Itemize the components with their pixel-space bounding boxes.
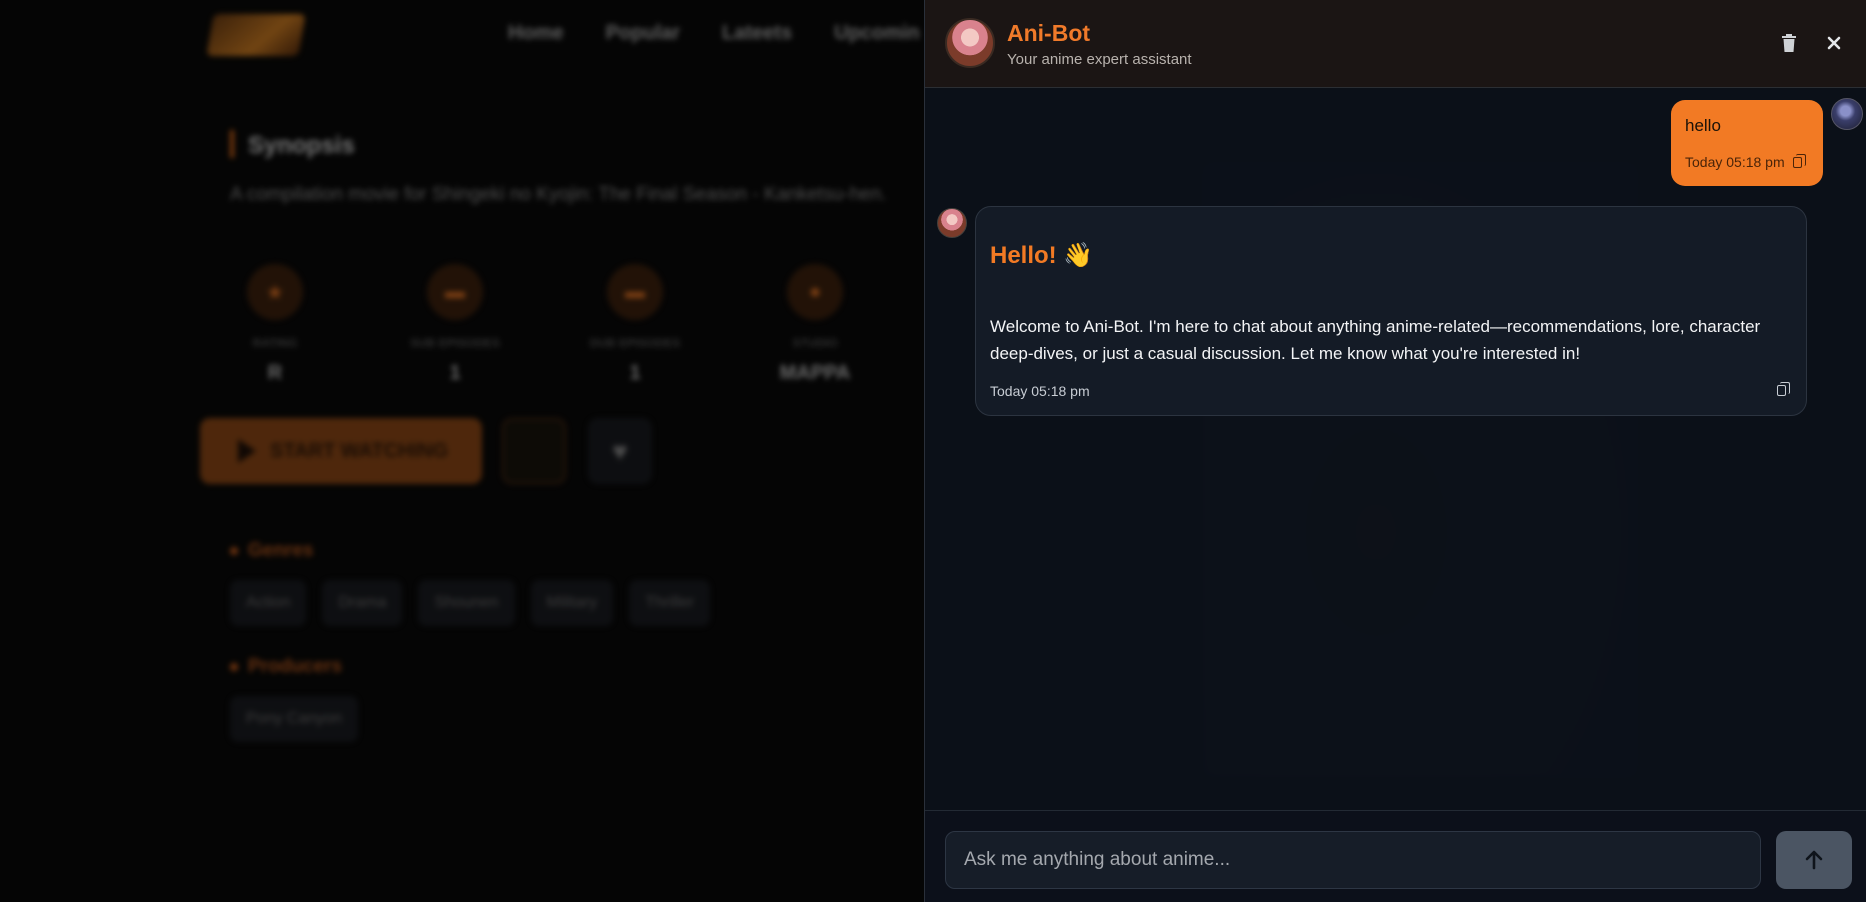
copy-icon[interactable]: [1777, 382, 1790, 396]
site-logo: [206, 14, 306, 56]
producer-chip: Pony Canyon: [230, 696, 359, 742]
bot-message-bubble: Hello! 👋 Welcome to Ani-Bot. I'm here to…: [975, 206, 1807, 416]
genre-chip: Action: [230, 580, 307, 626]
user-message-text: hello: [1685, 116, 1721, 135]
stat-label: DUB EPISODES: [589, 336, 681, 350]
synopsis-accent-bar: [230, 130, 234, 158]
stat-label: STUDIO: [792, 336, 838, 350]
synopsis-title: Synopsis: [248, 132, 355, 159]
bot-message-time: Today 05:18 pm: [990, 383, 1090, 399]
nav-item-upcoming: Upcomin: [834, 22, 920, 44]
genres-title: Genres: [230, 540, 313, 562]
genre-chip: Shounen: [418, 580, 515, 626]
stat-studio: ● STUDIO MAPPA: [780, 264, 850, 385]
stat-value: 1: [449, 362, 461, 384]
stat-dub-episodes: ▬ DUB EPISODES 1: [590, 264, 680, 385]
stat-label: SUB EPISODES: [409, 336, 501, 350]
stat-value: R: [267, 362, 283, 384]
genre-chip: Drama: [322, 580, 403, 626]
bookmark-button: [502, 418, 566, 484]
bot-message-avatar: [937, 208, 967, 238]
message-list: hello Today 05:18 pm Hello! 👋 Welcome to…: [925, 88, 1866, 810]
bot-subtitle: Your anime expert assistant: [1007, 51, 1192, 68]
chat-header: Ani-Bot Your anime expert assistant: [925, 0, 1866, 88]
user-avatar: [1831, 98, 1863, 130]
user-message-bubble: hello Today 05:18 pm: [1671, 100, 1823, 186]
genre-chips: Action Drama Shounen Military Thriller: [230, 580, 711, 626]
trash-icon: [1782, 34, 1796, 52]
stats-row: ★ RATING R ▬ SUB EPISODES 1 ▬ DUB EPISOD…: [240, 264, 850, 385]
user-message-time: Today 05:18 pm: [1685, 154, 1785, 170]
genre-chip: Military: [530, 580, 614, 626]
clear-chat-button[interactable]: [1774, 28, 1804, 58]
background-nav: Home Popular Lateets Upcomin: [508, 22, 920, 45]
bot-avatar: [945, 18, 995, 68]
stat-value: 1: [629, 362, 641, 384]
copy-icon[interactable]: [1792, 153, 1806, 168]
producers-title: Producers: [230, 656, 342, 678]
star-icon: ★: [247, 264, 303, 320]
bot-message-text: Welcome to Ani-Bot. I'm here to chat abo…: [990, 317, 1761, 363]
heart-icon: ♥: [588, 418, 652, 484]
play-icon: [238, 439, 256, 463]
chat-input-area: [925, 810, 1866, 902]
user-message-meta: Today 05:18 pm: [1685, 153, 1806, 170]
subtitle-icon: ▬: [427, 264, 483, 320]
send-button[interactable]: [1776, 831, 1852, 889]
nav-item-popular: Popular: [605, 22, 681, 44]
stat-label: RATING: [252, 336, 298, 350]
synopsis-text: A compilation movie for Shingeki no Kyoj…: [230, 184, 887, 205]
stat-value: MAPPA: [779, 362, 851, 384]
chat-input[interactable]: [945, 831, 1761, 889]
start-watching-button: START WATCHING: [200, 418, 482, 484]
stat-rating: ★ RATING R: [240, 264, 310, 385]
genre-chip: Thriller: [629, 580, 711, 626]
nav-item-home: Home: [508, 22, 564, 44]
start-watching-label: START WATCHING: [270, 439, 449, 462]
nav-item-latest: Lateets: [722, 22, 793, 44]
bot-name: Ani-Bot: [1007, 20, 1091, 46]
studio-icon: ●: [787, 264, 843, 320]
stat-sub-episodes: ▬ SUB EPISODES 1: [410, 264, 500, 385]
bot-message-heading: Hello! 👋: [990, 242, 1094, 269]
chat-panel: Ani-Bot Your anime expert assistant hell…: [924, 0, 1866, 902]
close-chat-button[interactable]: [1819, 28, 1849, 58]
arrow-up-icon: [1805, 850, 1823, 870]
microphone-icon: ▬: [607, 264, 663, 320]
producer-chips: Pony Canyon: [230, 696, 359, 742]
close-icon: [1827, 36, 1841, 50]
